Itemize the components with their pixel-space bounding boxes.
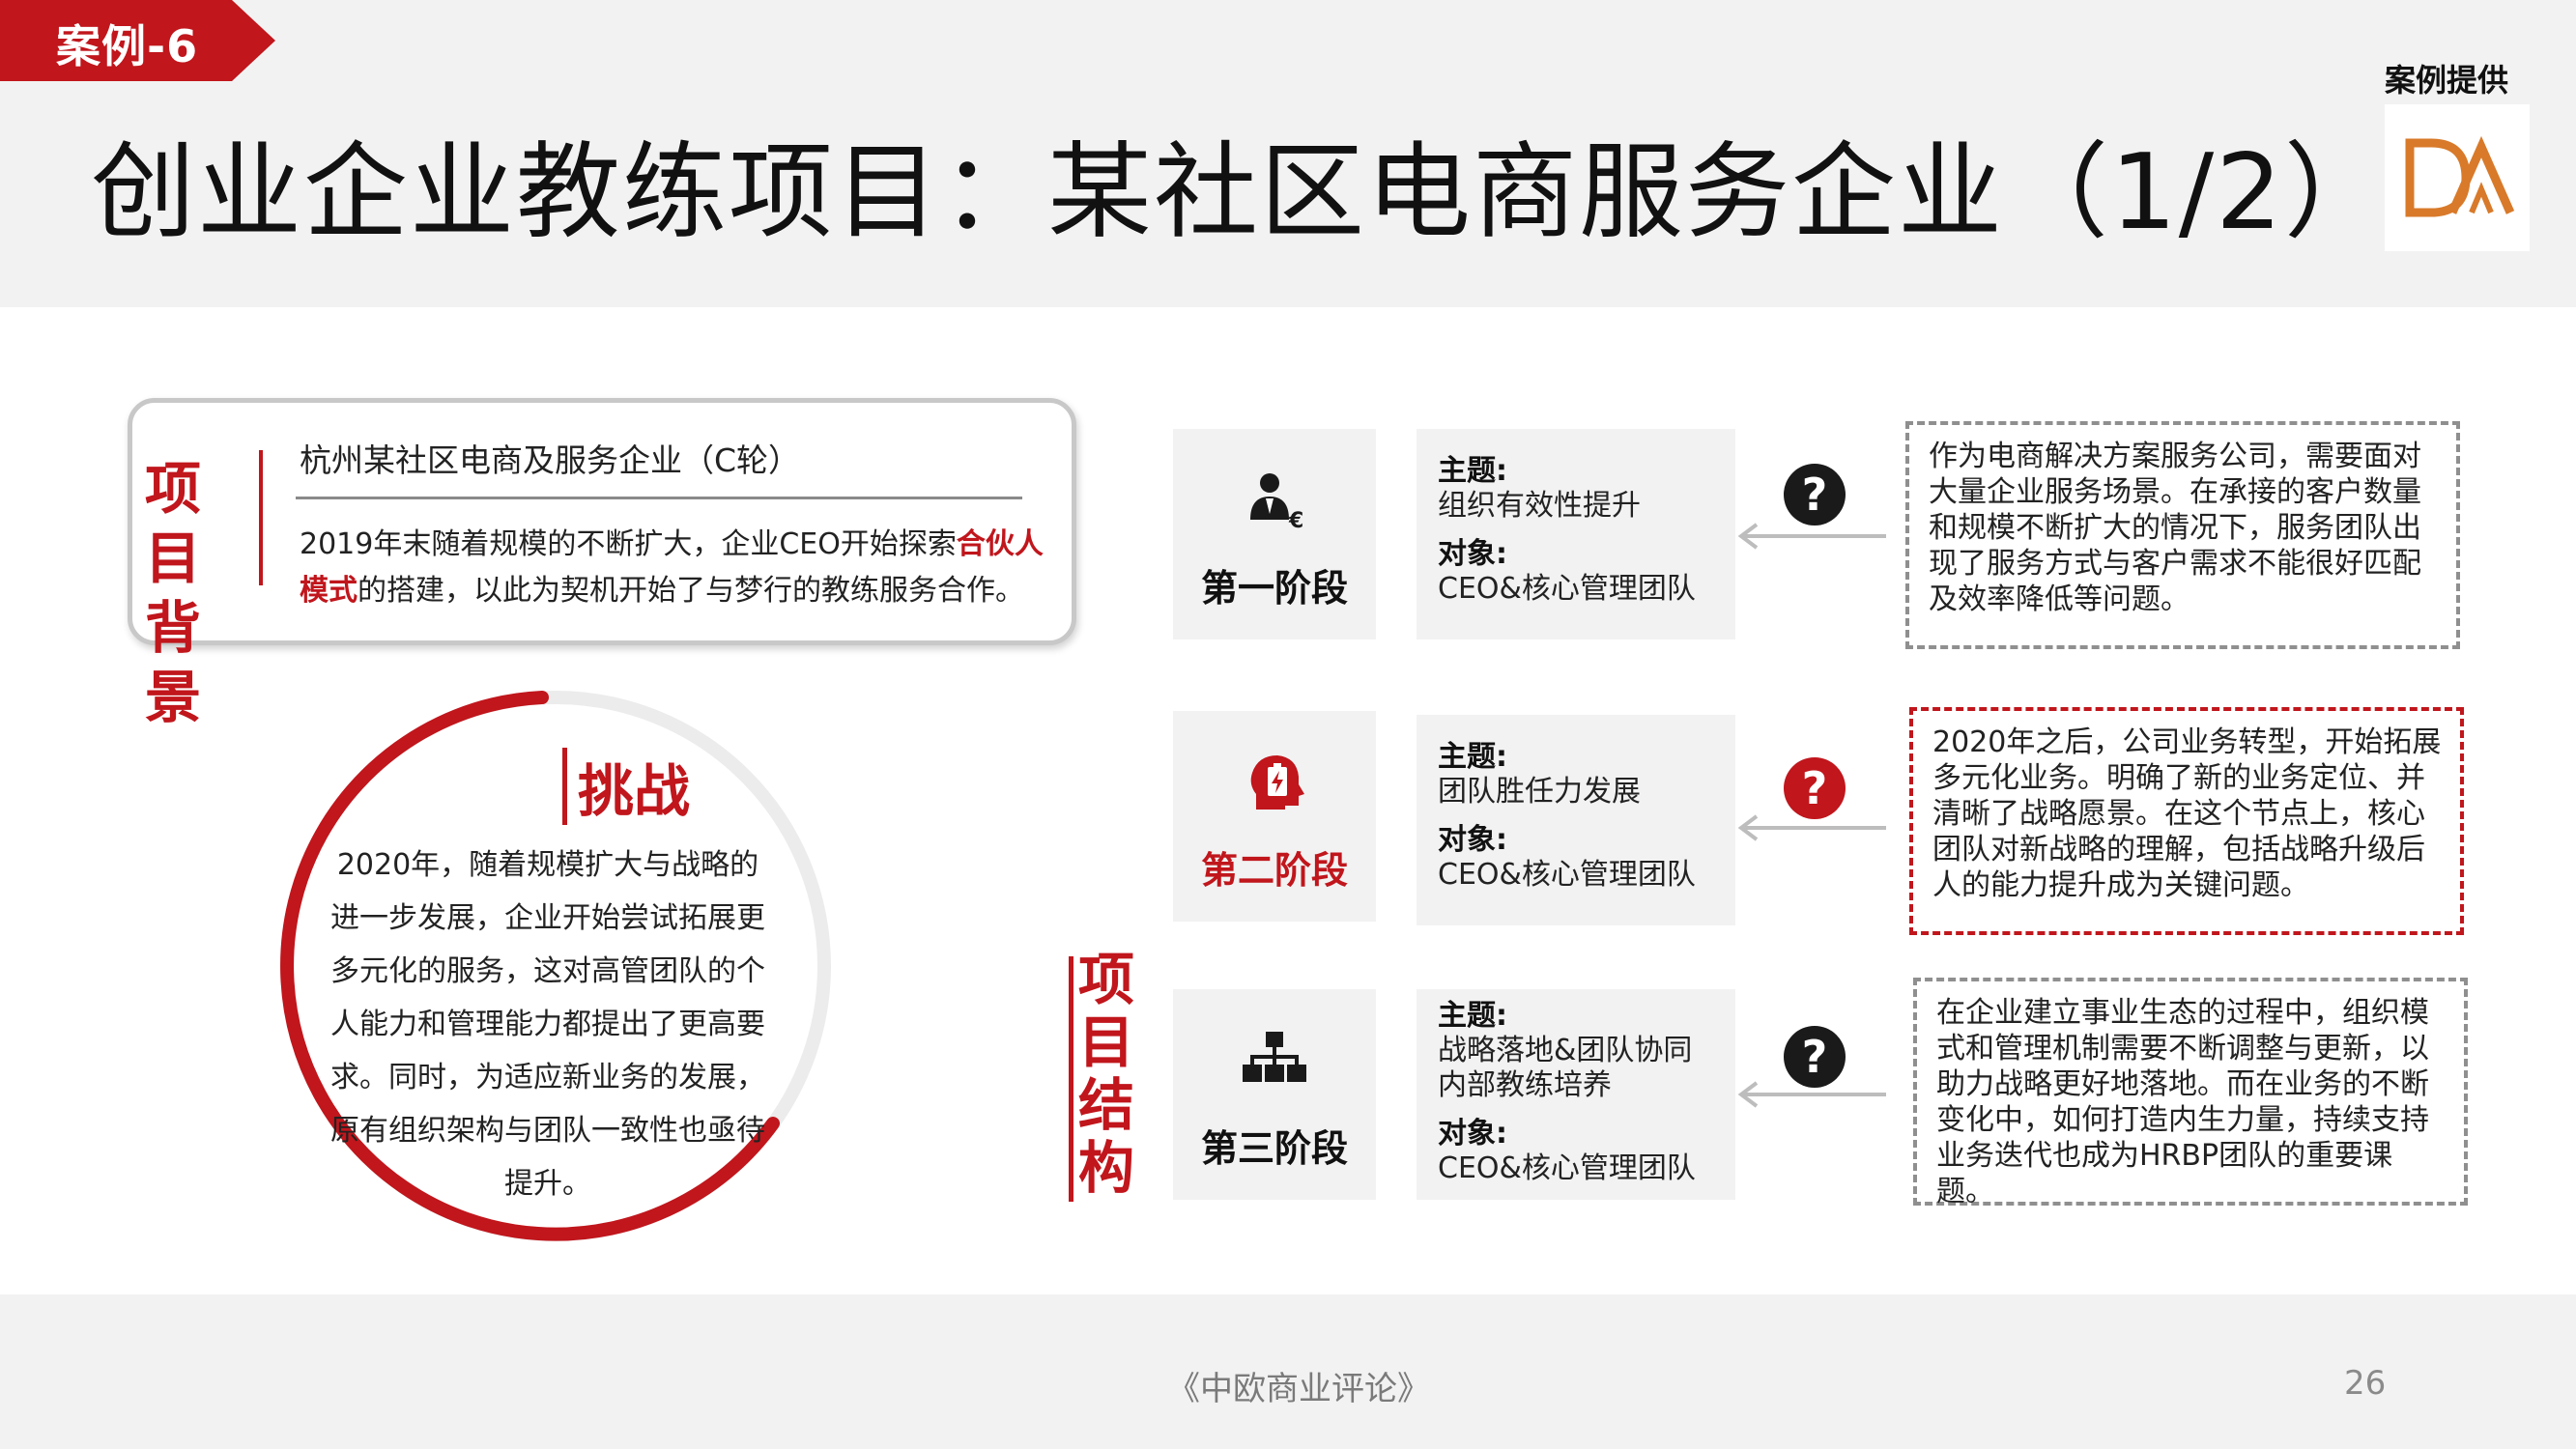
head-battery-icon [1250,755,1304,810]
stage-1-target: CEO&核心管理团队 [1438,572,1696,606]
challenge-text: 2020年，随着规模扩大与战略的进一步发展，企业开始尝试拓展更多元化的服务，这对… [330,848,765,1201]
arrow-left-icon [1737,1081,1886,1108]
structure-title: 项目结构 [1077,947,1134,1201]
stage-3-box: 第三阶段 [1173,989,1376,1200]
stage-1-box: € 第一阶段 [1173,429,1376,639]
stage-2-info: 主题: 团队胜任力发展 对象: CEO&核心管理团队 [1417,715,1735,925]
stage-2-target: CEO&核心管理团队 [1438,858,1696,892]
background-divider [259,450,263,585]
stage-3-theme: 战略落地&团队协同 内部教练培养 [1438,1034,1693,1102]
arrow-left-icon [1737,814,1886,841]
challenge-title: 挑战 [578,758,691,824]
da-logo-icon [2405,135,2515,217]
question-icon: ? [1784,757,1846,819]
stage-1-theme: 组织有效性提升 [1438,489,1641,523]
page-title: 创业企业教练项目：某社区电商服务企业（1/2） [91,132,2390,253]
background-text: 2019年末随着规模的不断扩大，企业CEO开始探索合伙人模式的搭建，以此为契机开… [300,527,1044,608]
stage-3-info: 主题: 战略落地&团队协同 内部教练培养 对象: CEO&核心管理团队 [1417,989,1735,1200]
company-name: 杭州某社区电商及服务企业（C轮） [300,441,801,479]
target-key: 对象: [1438,823,1507,857]
provider-label: 案例提供 [2385,62,2509,99]
theme-key: 主题: [1438,740,1507,774]
org-chart-icon [1243,1032,1306,1082]
case-tag-label: 案例-6 [56,20,199,72]
footer-source: 《中欧商业评论》 [1167,1370,1430,1408]
theme-key: 主题: [1438,454,1507,488]
challenge-bar [562,748,567,825]
stage-1-description: 作为电商解决方案服务公司，需要面对大量企业服务场景。在承接的客户数量和规模不断扩… [1905,421,2460,649]
target-key: 对象: [1438,537,1507,571]
structure-bar [1069,956,1073,1202]
stage-1-label: 第一阶段 [1200,567,1348,610]
arrow-left-icon [1737,523,1886,550]
stage-2-label: 第二阶段 [1200,849,1348,892]
stage-1-info: 主题: 组织有效性提升 对象: CEO&核心管理团队 [1417,429,1735,639]
svg-text:€: € [1288,509,1303,533]
stage-2-theme: 团队胜任力发展 [1438,775,1641,809]
stage-3-target: CEO&核心管理团队 [1438,1151,1696,1185]
provider-logo [2385,104,2530,251]
company-underline [296,497,1022,499]
stage-2-description: 2020年之后，公司业务转型，开始拓展多元化业务。明确了新的业务定位、并清晰了战… [1909,707,2464,935]
case-tag: 案例-6 [0,0,275,81]
stage-2-box: 第二阶段 [1173,711,1376,922]
target-key: 对象: [1438,1117,1507,1151]
stage-3-description: 在企业建立事业生态的过程中，组织模式和管理机制需要不断调整与更新，以助力战略更好… [1913,978,2468,1208]
question-icon: ? [1784,464,1846,526]
question-icon: ? [1784,1026,1846,1088]
theme-key: 主题: [1438,999,1507,1033]
person-euro-icon: € [1250,473,1303,533]
page-number: 26 [2344,1364,2387,1403]
stage-3-label: 第三阶段 [1200,1127,1348,1170]
